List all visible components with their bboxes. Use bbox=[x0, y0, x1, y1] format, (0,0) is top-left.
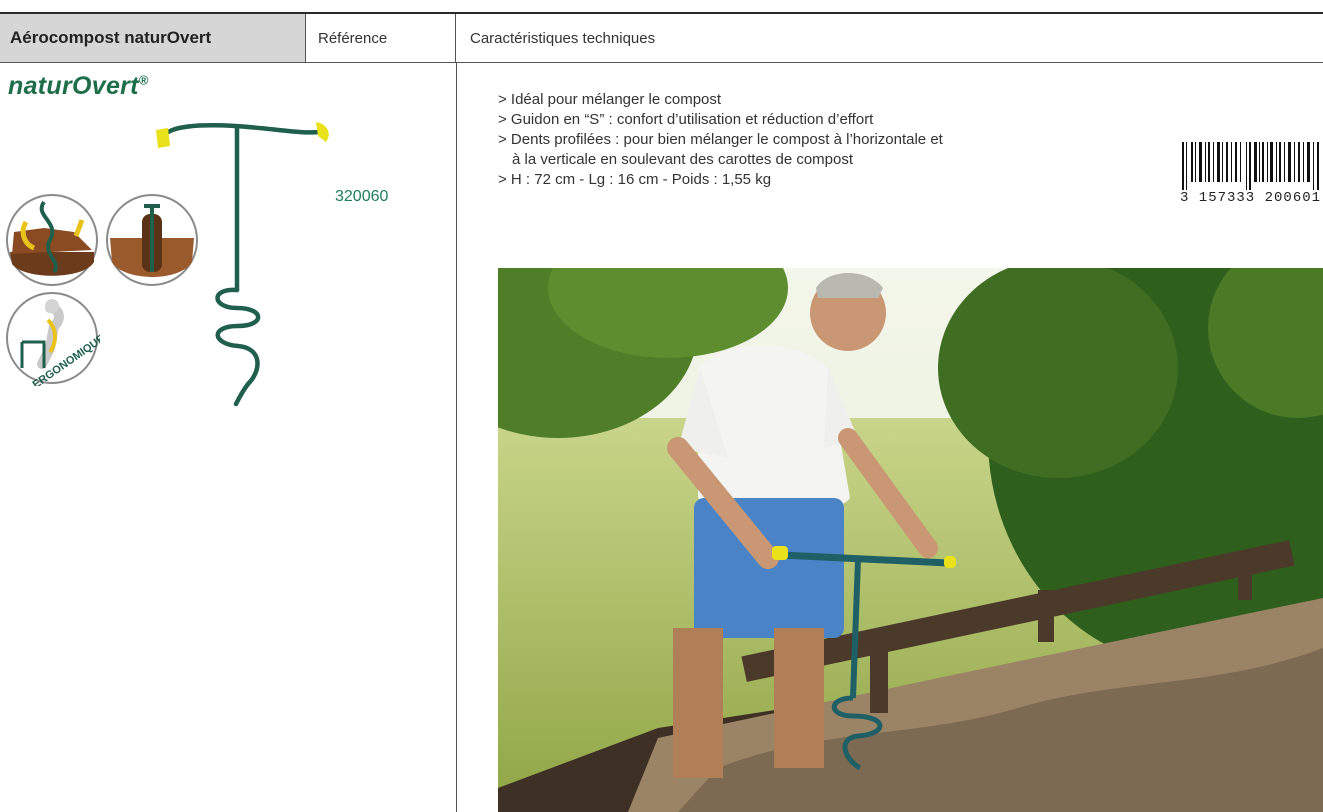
barcode: 3 157333 200601 bbox=[1180, 142, 1323, 206]
feature-item: à la verticale en soulevant des carottes… bbox=[512, 151, 854, 168]
tech-specs-header: Caractéristiques techniques bbox=[470, 29, 656, 47]
feature-item: > Idéal pour mélanger le compost bbox=[498, 91, 722, 108]
mixing-motion-badge bbox=[6, 194, 98, 286]
compost-core-badge bbox=[106, 194, 198, 286]
feature-item: > Dents profilées : pour bien mélanger l… bbox=[498, 131, 943, 148]
reference-header: Référence bbox=[306, 14, 456, 62]
registered-mark: ® bbox=[138, 72, 149, 88]
lifestyle-photo bbox=[498, 268, 1323, 812]
barcode-bars bbox=[1182, 142, 1319, 190]
column-divider bbox=[456, 62, 457, 812]
table-header: Aérocompost naturOvert Référence Caracté… bbox=[0, 14, 1323, 63]
brand-logo: naturOvert® bbox=[8, 72, 149, 101]
brand-name: naturOvert bbox=[8, 72, 139, 100]
ergonomic-badge: ERGONOMIQUE bbox=[6, 292, 100, 386]
barcode-number: 3 157333 200601 bbox=[1180, 190, 1322, 206]
feature-list: > Idéal pour mélanger le compost > Guido… bbox=[498, 90, 943, 190]
feature-item: > H : 72 cm - Lg : 16 cm - Poids : 1,55 … bbox=[498, 171, 772, 188]
product-reference: 320060 bbox=[335, 188, 389, 205]
product-name-header: Aérocompost naturOvert bbox=[0, 14, 306, 62]
feature-item: > Guidon en “S” : confort d’utilisation … bbox=[498, 111, 874, 128]
